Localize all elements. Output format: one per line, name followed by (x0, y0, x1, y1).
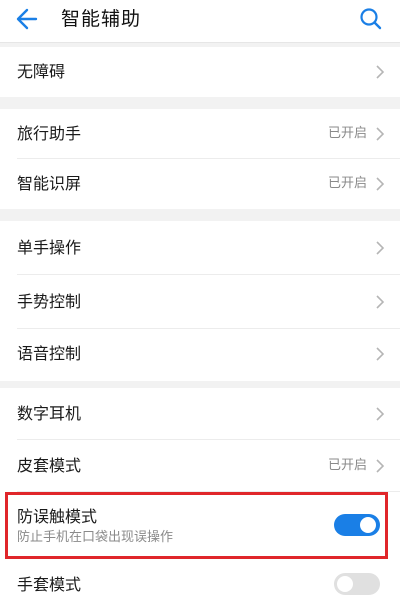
chevron-right-icon (376, 459, 385, 473)
glove-mode-toggle[interactable] (334, 573, 380, 595)
settings-item-label: 语音控制 (17, 344, 82, 363)
settings-item-label: 防误触模式 (17, 507, 98, 526)
chevron-right-icon (376, 177, 385, 191)
chevron-right-icon (376, 241, 385, 255)
settings-item-label: 旅行助手 (17, 124, 82, 143)
search-button[interactable] (354, 3, 388, 35)
settings-screen: 智能辅助 无障碍 旅行助手 已开启 智能识屏 已开启 单手操作 手势控制 语音控… (0, 0, 400, 595)
status-text: 已开启 (327, 126, 367, 141)
settings-item-label: 数字耳机 (17, 404, 82, 423)
settings-item-label: 单手操作 (17, 238, 82, 257)
toggle-knob (337, 576, 353, 592)
settings-item-label: 手套模式 (17, 575, 82, 594)
chevron-right-icon (376, 65, 385, 79)
page-title: 智能辅助 (61, 8, 142, 30)
status-text: 已开启 (327, 458, 367, 473)
settings-item-smart-screen-recognition[interactable]: 智能识屏 已开启 (0, 159, 400, 209)
group-gap (0, 381, 400, 388)
group-gap (0, 97, 400, 109)
settings-item-travel-assistant[interactable]: 旅行助手 已开启 (0, 109, 400, 159)
settings-item-voice-control[interactable]: 语音控制 (0, 329, 400, 381)
chevron-right-icon (376, 407, 385, 421)
settings-item-description: 防止手机在口袋出现误操作 (17, 530, 174, 545)
settings-item-cover-mode[interactable]: 皮套模式 已开启 (0, 440, 400, 492)
chevron-right-icon (376, 127, 385, 141)
search-icon (360, 8, 382, 30)
settings-item-accessibility[interactable]: 无障碍 (0, 47, 400, 97)
arrow-left-icon (16, 8, 38, 30)
group-gap (0, 209, 400, 221)
settings-item-label: 智能识屏 (17, 174, 82, 193)
settings-item-one-handed-mode[interactable]: 单手操作 (0, 221, 400, 275)
settings-item-label: 皮套模式 (17, 456, 82, 475)
settings-item-accidental-touch-prevention[interactable]: 防误触模式 防止手机在口袋出现误操作 (0, 492, 400, 562)
app-bar: 智能辅助 (0, 0, 400, 42)
toggle-knob (360, 517, 376, 533)
status-text: 已开启 (327, 176, 367, 191)
settings-item-label: 手势控制 (17, 292, 82, 311)
accidental-touch-toggle[interactable] (334, 514, 380, 536)
back-button[interactable] (12, 3, 48, 35)
settings-item-digital-earphones[interactable]: 数字耳机 (0, 388, 400, 440)
settings-item-label: 无障碍 (17, 62, 66, 81)
settings-item-glove-mode[interactable]: 手套模式 (0, 562, 400, 595)
chevron-right-icon (376, 295, 385, 309)
chevron-right-icon (376, 347, 385, 361)
settings-item-gesture-control[interactable]: 手势控制 (0, 275, 400, 329)
